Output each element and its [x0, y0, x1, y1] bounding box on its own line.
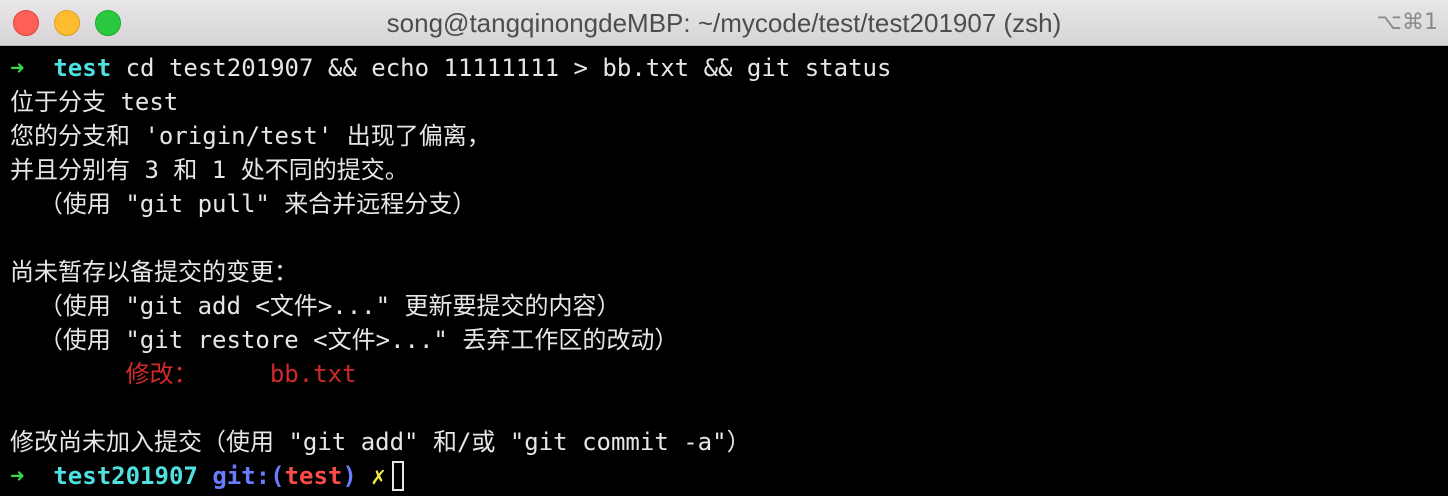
git-label-close: ) [342, 462, 357, 490]
git-label: git:( [212, 462, 285, 490]
window-shortcut: ⌥⌘1 [1376, 10, 1438, 35]
modified-file: bb.txt [269, 360, 357, 388]
modified-label: 修改： [125, 360, 198, 388]
output-line: 尚未暂存以备提交的变更： [10, 258, 298, 286]
git-branch: test [284, 462, 343, 490]
modified-line: 修改： bb.txt [10, 357, 1440, 391]
prompt-directory: test201907 [53, 462, 198, 490]
prompt-arrow-icon: ➜ [10, 462, 25, 490]
output-line: （使用 "git add <文件>..." 更新要提交的内容） [10, 292, 621, 320]
title-bar[interactable]: song@tangqinongdeMBP: ~/mycode/test/test… [0, 0, 1448, 46]
output-line: 您的分支和 'origin/test' 出现了偏离， [10, 122, 491, 150]
window-title: song@tangqinongdeMBP: ~/mycode/test/test… [386, 8, 1062, 38]
output-line: 并且分别有 3 和 1 处不同的提交。 [10, 156, 409, 184]
prompt-line: ➜ test cd test201907 && echo 11111111 > … [10, 51, 1440, 85]
terminal-window: song@tangqinongdeMBP: ~/mycode/test/test… [0, 0, 1448, 496]
output-line: （使用 "git pull" 来合并远程分支） [10, 190, 477, 218]
terminal-output[interactable]: ➜ test cd test201907 && echo 11111111 > … [10, 51, 1440, 493]
prompt-arrow-icon: ➜ [10, 54, 25, 82]
text-cursor[interactable] [391, 461, 404, 491]
output-line: 位于分支 test [10, 88, 179, 116]
prompt-line: ➜ test201907 git:(test) ✗ [10, 459, 1440, 493]
prompt-directory: test [53, 54, 112, 82]
output-line: 修改尚未加入提交（使用 "git add" 和/或 "git commit -a… [10, 428, 751, 456]
output-line: （使用 "git restore <文件>..." 丢弃工作区的改动） [10, 326, 679, 354]
command-text: cd test201907 && echo 11111111 > bb.txt … [125, 54, 892, 82]
dirty-icon: ✗ [371, 462, 386, 490]
